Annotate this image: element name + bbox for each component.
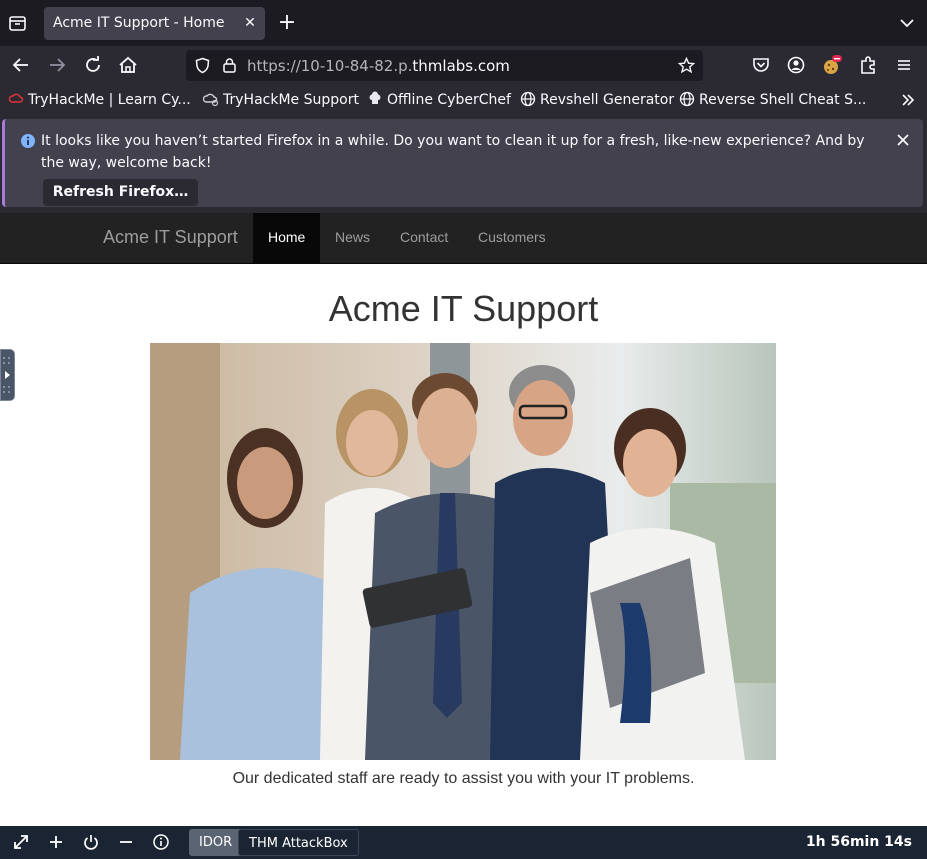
tab-title: Acme IT Support - Home <box>53 15 225 31</box>
machine-tab-attackbox[interactable]: THM AttackBox <box>238 829 359 856</box>
nav-customers[interactable]: Customers <box>463 213 561 264</box>
notification-box: It looks like you haven’t started Firefo… <box>2 119 923 207</box>
tab-close-icon[interactable]: ✕ <box>241 14 259 32</box>
info-circle-icon[interactable] <box>152 833 170 851</box>
account-icon[interactable] <box>785 54 807 76</box>
pocket-icon[interactable] <box>750 54 772 76</box>
browser-tab-bar: Acme IT Support - Home ✕ + <box>0 0 927 46</box>
back-arrow-icon[interactable] <box>10 54 32 76</box>
bookmark-offline-cyberchef[interactable]: Offline CyberChef <box>367 91 511 109</box>
refresh-notification: It looks like you haven’t started Firefo… <box>0 116 927 213</box>
plus-icon[interactable] <box>47 833 65 851</box>
power-icon[interactable] <box>82 833 100 851</box>
nav-home[interactable]: Home <box>253 213 321 264</box>
page-title: Acme IT Support <box>328 288 599 329</box>
browser-toolbar: https://10-10-84-82.p.thmlabs.com <box>0 46 927 84</box>
home-icon[interactable] <box>117 54 139 76</box>
minus-icon[interactable] <box>117 833 135 851</box>
session-timer: 1h 56min 14s <box>805 834 912 850</box>
site-brand[interactable]: Acme IT Support <box>103 227 238 248</box>
page-caption: Our dedicated staff are ready to assist … <box>232 770 695 787</box>
url-text: https://10-10-84-82.p.thmlabs.com <box>247 57 510 75</box>
notification-message: It looks like you haven’t started Firefo… <box>41 133 865 171</box>
info-icon <box>20 133 36 149</box>
browser-tab-active[interactable]: Acme IT Support - Home ✕ <box>44 7 265 40</box>
refresh-firefox-button[interactable]: Refresh Firefox… <box>43 179 198 206</box>
bookmark-revshell-generator[interactable]: Revshell Generator <box>520 91 674 109</box>
tryhackme-icon <box>8 91 24 107</box>
bookmark-star-icon[interactable] <box>677 56 696 74</box>
chef-hat-icon <box>367 91 383 107</box>
new-tab-icon[interactable]: + <box>276 12 298 34</box>
support-cloud-icon <box>202 91 219 107</box>
close-icon[interactable] <box>895 132 911 148</box>
cookie-extension-icon[interactable] <box>821 54 843 76</box>
globe-icon <box>520 91 536 107</box>
menu-icon[interactable] <box>893 54 915 76</box>
team-photo <box>150 343 776 760</box>
globe-icon <box>679 91 695 107</box>
address-bar[interactable]: https://10-10-84-82.p.thmlabs.com <box>186 50 703 81</box>
bookmark-tryhackme[interactable]: TryHackMe | Learn Cy... <box>8 91 191 109</box>
extensions-icon[interactable] <box>857 54 879 76</box>
lock-icon[interactable] <box>221 57 238 74</box>
reload-icon[interactable] <box>82 54 104 76</box>
tab-list-icon[interactable] <box>8 13 28 33</box>
nav-contact[interactable]: Contact <box>385 213 463 264</box>
bookmark-reverse-shell-cheat-sheet[interactable]: Reverse Shell Cheat S... <box>679 91 866 109</box>
nav-news[interactable]: News <box>320 213 385 264</box>
site-navbar: Acme IT Support Home News Contact Custom… <box>0 213 927 264</box>
fullscreen-icon[interactable] <box>12 833 30 851</box>
double-chevron-right-icon[interactable] <box>899 91 917 109</box>
chevron-down-icon[interactable] <box>897 13 917 33</box>
machine-tab-idor[interactable]: IDOR <box>189 829 243 856</box>
attackbox-toolbar: IDOR THM AttackBox 1h 56min 14s <box>0 826 927 859</box>
side-panel-handle[interactable] <box>0 349 15 401</box>
shield-icon[interactable] <box>194 57 211 74</box>
bookmarks-toolbar: TryHackMe | Learn Cy... TryHackMe Suppor… <box>0 84 927 116</box>
bookmark-tryhackme-support[interactable]: TryHackMe Support <box>202 91 359 109</box>
forward-arrow-icon[interactable] <box>46 54 68 76</box>
